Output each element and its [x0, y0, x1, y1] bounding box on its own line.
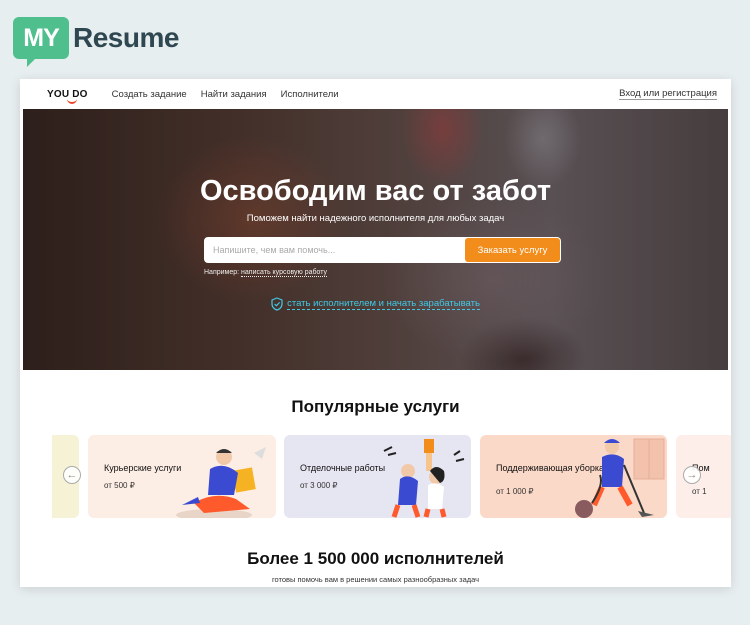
- arrow-left-icon: ←: [66, 469, 78, 481]
- hero-title: Освободим вас от забот: [199, 175, 552, 207]
- search-bar: Заказать услугу: [204, 237, 561, 263]
- browser-page: YOU DO Создать задание Найти задания Исп…: [20, 79, 731, 587]
- hero-subtitle: Поможем найти надежного исполнителя для …: [246, 213, 505, 224]
- service-card-finishing[interactable]: Отделочные работы от 3 000 ₽: [284, 435, 471, 518]
- service-price: от 1: [692, 487, 707, 496]
- order-service-button[interactable]: Заказать услугу: [465, 238, 560, 262]
- login-link[interactable]: Вход или регистрация: [619, 88, 717, 100]
- shield-icon: [271, 297, 283, 311]
- cleaning-illustration: [575, 438, 665, 518]
- example-prefix: Например:: [204, 269, 240, 276]
- performers-count-subtitle: готовы помочь вам в решении самых разноо…: [271, 575, 480, 584]
- service-price: от 3 000 ₽: [300, 481, 338, 490]
- logo-text: Resume: [73, 22, 179, 53]
- search-example: Например: написать курсовую работу: [204, 269, 328, 277]
- finishing-illustration: [383, 439, 465, 518]
- service-price: от 500 ₽: [104, 481, 135, 490]
- service-label: Отделочные работы: [300, 463, 386, 473]
- arrow-right-icon: →: [686, 469, 698, 481]
- courier-illustration: [176, 447, 266, 518]
- myresume-logo: MY Resume: [13, 14, 179, 67]
- example-link[interactable]: написать курсовую работу: [241, 269, 328, 277]
- search-input[interactable]: [204, 237, 464, 263]
- service-card-courier[interactable]: Курьерские услуги от 500 ₽: [88, 435, 276, 518]
- nav-performers[interactable]: Исполнители: [281, 89, 339, 100]
- carousel-prev-button[interactable]: ←: [63, 466, 81, 484]
- nav-find-tasks[interactable]: Найти задания: [201, 89, 267, 100]
- top-nav: YOU DO Создать задание Найти задания Исп…: [20, 79, 731, 109]
- service-price: от 1 000 ₽: [496, 487, 534, 496]
- logo-badge: MY: [13, 17, 69, 67]
- carousel-next-button[interactable]: →: [683, 466, 701, 484]
- become-performer-link[interactable]: стать исполнителем и начать зарабатывать: [23, 297, 728, 311]
- youdo-logo[interactable]: YOU DO: [47, 89, 88, 104]
- service-label: Курьерские услуги: [104, 463, 182, 473]
- service-card-cleaning[interactable]: Поддерживающая уборка от 1 000 ₽: [480, 435, 667, 518]
- become-performer-text: стать исполнителем и начать зарабатывать: [287, 298, 480, 310]
- hero-banner: Освободим вас от забот Поможем найти над…: [23, 109, 728, 370]
- performers-count-title: Более 1 500 000 исполнителей: [247, 549, 504, 568]
- nav-create-task[interactable]: Создать задание: [112, 89, 187, 100]
- popular-services-title: Популярные услуги: [291, 397, 460, 416]
